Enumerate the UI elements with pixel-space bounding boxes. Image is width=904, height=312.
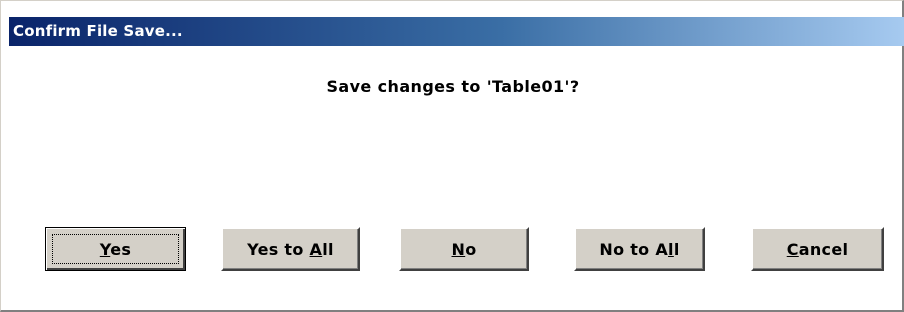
yes-button[interactable]: Yes: [45, 227, 186, 271]
confirm-file-save-dialog: Confirm File Save... Save changes to 'Ta…: [0, 0, 904, 312]
yes-button-label: Yes: [99, 239, 132, 259]
cancel-button-label: Cancel: [786, 239, 849, 259]
yes-to-all-button-label: Yes to All: [247, 239, 334, 259]
no-to-all-button[interactable]: No to All: [574, 227, 705, 271]
cancel-button[interactable]: Cancel: [751, 227, 884, 271]
no-button[interactable]: No: [399, 227, 529, 271]
title-bar[interactable]: Confirm File Save...: [9, 17, 904, 46]
no-to-all-button-label: No to All: [599, 239, 680, 259]
confirmation-message: Save changes to 'Table01'?: [326, 77, 580, 96]
no-button-label: No: [451, 239, 477, 259]
yes-to-all-button[interactable]: Yes to All: [221, 227, 360, 271]
dialog-title: Confirm File Save...: [13, 22, 183, 40]
